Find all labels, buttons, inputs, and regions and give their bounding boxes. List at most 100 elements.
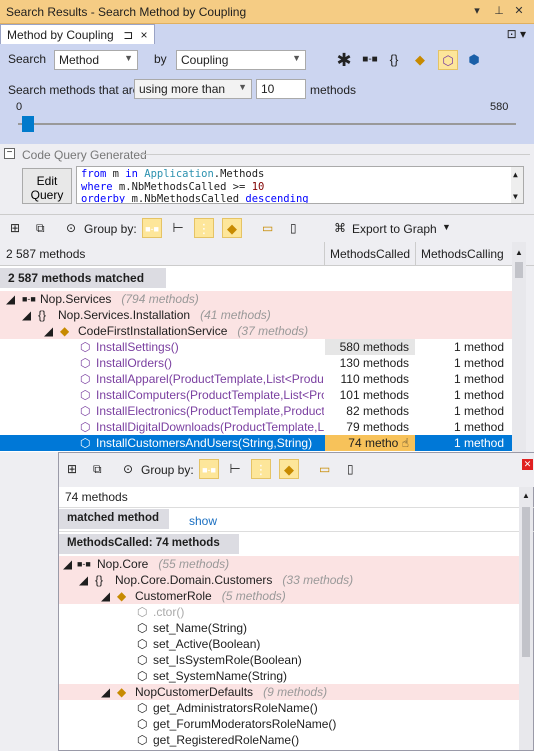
method-name: set_Name(String)	[153, 621, 248, 635]
scroll-up-icon[interactable]: ▲	[513, 169, 518, 182]
collapse-all-icon[interactable]: ⧉	[36, 221, 45, 236]
edit-query-button[interactable]: Edit Query	[22, 168, 72, 204]
tree-row[interactable]: ⬡ set_SystemName(String)	[59, 668, 519, 684]
methods-called-value[interactable]: 74 metho ☝	[325, 435, 415, 451]
expander-icon[interactable]: ◢	[101, 588, 110, 604]
expander-icon[interactable]: ◢	[6, 291, 15, 307]
tree-row[interactable]: ⬡ InstallComputers(ProductTemplate,List<…	[0, 387, 512, 403]
node-name: NopCustomerDefaults	[135, 685, 254, 699]
tree-row[interactable]: ⬡ InstallApparel(ProductTemplate,List<Pr…	[0, 371, 512, 387]
collapse-all-icon[interactable]: ⧉	[93, 462, 102, 477]
scroll-thumb[interactable]	[522, 507, 530, 657]
scroll-up-icon[interactable]: ▲	[515, 248, 523, 257]
document-icon[interactable]: ▯	[290, 221, 297, 235]
tree-row[interactable]: ◢ {} Nop.Core.Domain.Customers (33 metho…	[59, 572, 519, 588]
type-icon[interactable]: ◆	[410, 50, 430, 70]
collapse-icon[interactable]: −	[4, 148, 15, 159]
results-scrollbar[interactable]: ▲	[512, 242, 526, 452]
tree-row[interactable]: ⬡ set_Active(Boolean)	[59, 636, 519, 652]
tree-row[interactable]: ◢ ■-■ Nop.Services (794 methods)	[0, 291, 512, 307]
popup-scrollbar[interactable]: ▲	[519, 487, 533, 750]
group-by-type-icon[interactable]: ⋮	[251, 459, 271, 479]
column-methods-called[interactable]: MethodsCalled	[330, 247, 410, 261]
expander-icon[interactable]: ◢	[22, 307, 31, 323]
query-scrollbar[interactable]: ▲ ▼	[511, 167, 523, 203]
results-toolbar: ⊞ ⧉ ⊙ Group by: ■-■ ⊢ ⋮ ◆ ▭ ▯ ⌘ Export t…	[0, 214, 534, 242]
tab-close-icon[interactable]: ×	[140, 28, 147, 42]
methods-called-value: 110 methods	[340, 372, 410, 386]
method-icon[interactable]: ⬡	[438, 50, 458, 70]
popup-close-icon[interactable]: ✕	[522, 459, 533, 470]
expander-icon[interactable]: ◢	[101, 684, 110, 700]
criteria-select[interactable]: Coupling ▼	[176, 50, 306, 70]
divider	[140, 154, 530, 155]
search-toolbar: Search Method ▼ by Coupling ▼ ✱ ■-■ {} ◆…	[0, 44, 534, 76]
field-icon[interactable]: ⬢	[464, 50, 484, 70]
search-type-select[interactable]: Method ▼	[54, 50, 138, 70]
tree-row[interactable]: ⬡ .ctor()	[59, 604, 519, 620]
popup-matched-tab[interactable]: matched method	[59, 509, 169, 529]
tree-row[interactable]: ⬡ InstallSettings() 580 methods 1 method	[0, 339, 512, 355]
folder-icon[interactable]: ▭	[319, 462, 330, 476]
kw: descending	[245, 193, 309, 204]
group-by-type-icon[interactable]: ⋮	[194, 218, 214, 238]
tree-row[interactable]: ⬡ get_AdministratorsRoleName()	[59, 700, 519, 716]
tree-row[interactable]: ⬡ InstallOrders() 130 methods 1 method	[0, 355, 512, 371]
column-methods-calling[interactable]: MethodsCalling	[421, 247, 504, 261]
group-by-assembly-icon[interactable]: ■-■	[142, 218, 162, 238]
tree-row[interactable]: ⬡ set_Name(String)	[59, 620, 519, 636]
tree-row[interactable]: ◢ ◆ NopCustomerDefaults (9 methods)	[59, 684, 519, 700]
tree-row[interactable]: ⬡ InstallElectronics(ProductTemplate,Pro…	[0, 403, 512, 419]
scroll-thumb[interactable]	[515, 262, 523, 278]
namespace-icon[interactable]: {}	[384, 50, 404, 70]
tree-row-selected[interactable]: ⬡ InstallCustomersAndUsers(String,String…	[0, 435, 512, 451]
expander-icon[interactable]: ◢	[79, 572, 88, 588]
method-icon: ⬡	[80, 372, 91, 386]
tree-row[interactable]: ◢ ◆ CodeFirstInstallationService (37 met…	[0, 323, 512, 339]
tab-pin-icon[interactable]: ⊐	[123, 28, 133, 42]
chevron-down-icon[interactable]: ▼	[442, 222, 451, 232]
folder-icon[interactable]: ▭	[262, 221, 273, 235]
expander-icon[interactable]: ◢	[63, 556, 72, 572]
tree-row[interactable]: ⬡ InstallDigitalDownloads(ProductTemplat…	[0, 419, 512, 435]
query-code-editor[interactable]: from m in Application.Methods where m.Nb…	[76, 166, 524, 204]
threshold-slider-track[interactable]	[18, 123, 516, 125]
scroll-up-icon[interactable]: ▲	[522, 491, 530, 500]
threshold-input[interactable]: 10	[256, 79, 306, 99]
show-link[interactable]: show	[189, 514, 217, 528]
operator-select[interactable]: using more than ▼	[134, 79, 252, 99]
tree-row[interactable]: ⬡ set_IsSystemRole(Boolean)	[59, 652, 519, 668]
tree-row[interactable]: ◢ ◆ CustomerRole (5 methods)	[59, 588, 519, 604]
group-by-assembly-icon[interactable]: ■-■	[199, 459, 219, 479]
document-icon[interactable]: ▯	[347, 462, 354, 476]
expand-all-icon[interactable]: ⊞	[10, 221, 20, 235]
method-name: InstallOrders()	[96, 356, 173, 370]
expander-icon[interactable]: ◢	[44, 323, 53, 339]
group-by-label: Group by:	[84, 222, 137, 236]
threshold-slider-thumb[interactable]	[22, 116, 34, 132]
tree-row[interactable]: ⬡ get_RegisteredRoleName()	[59, 732, 519, 748]
group-by-namespace-icon[interactable]: ⊢	[225, 459, 245, 479]
wildcard-icon[interactable]: ✱	[334, 50, 354, 70]
export-to-graph-button[interactable]: Export to Graph	[352, 222, 437, 236]
method-icon: ⬡	[137, 605, 148, 619]
tree-row[interactable]: ◢ ■-■ Nop.Core (55 methods)	[59, 556, 519, 572]
group-by-method-icon[interactable]: ◆	[279, 459, 299, 479]
method-icon: ⬡	[137, 717, 148, 731]
tab-method-by-coupling[interactable]: Method by Coupling ⊐ ×	[0, 24, 155, 44]
group-by-method-icon[interactable]: ◆	[222, 218, 242, 238]
methods-called-value: 79 methods	[346, 420, 409, 434]
tree-row[interactable]: ⬡ get_ForumModeratorsRoleName()	[59, 716, 519, 732]
new-tab-dropdown-icon[interactable]: ⊡ ▾	[507, 27, 526, 41]
group-by-icon: ⊙	[123, 462, 134, 476]
threshold-toolbar: Search methods that are using more than …	[0, 76, 534, 144]
tree-row[interactable]: ◢ {} Nop.Services.Installation (41 metho…	[0, 307, 512, 323]
assembly-icon[interactable]: ■-■	[360, 50, 380, 70]
dropdown-icon[interactable]: ▾	[470, 4, 484, 18]
method-name: set_IsSystemRole(Boolean)	[153, 653, 302, 667]
pin-icon[interactable]: ⊥	[492, 4, 506, 18]
close-icon[interactable]: ✕	[512, 4, 526, 18]
scroll-down-icon[interactable]: ▼	[513, 191, 518, 203]
expand-all-icon[interactable]: ⊞	[67, 462, 77, 476]
group-by-namespace-icon[interactable]: ⊢	[168, 218, 188, 238]
